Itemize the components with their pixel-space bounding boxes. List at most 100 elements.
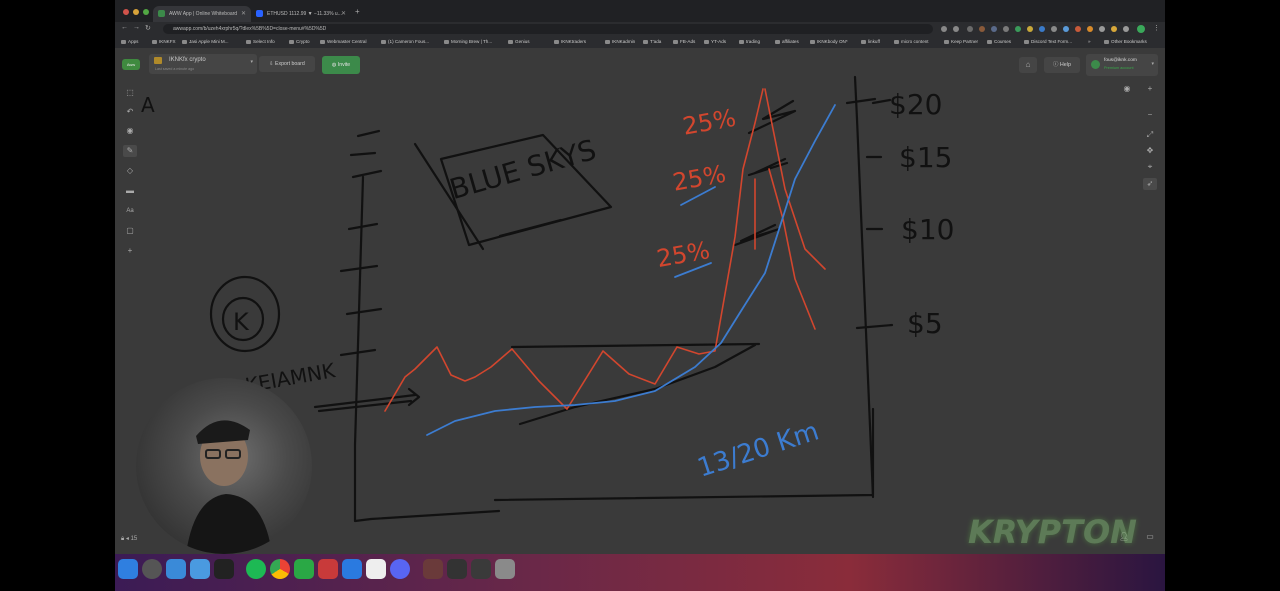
text-tool-icon[interactable]: Aa: [123, 205, 137, 217]
bookmark-item[interactable]: T'ada: [643, 38, 661, 46]
extension-icon[interactable]: [979, 26, 985, 32]
minimize-window-icon[interactable]: [133, 9, 139, 15]
visibility-eye-icon[interactable]: ◉: [1120, 83, 1134, 95]
other-bookmarks[interactable]: Other Bookmarks: [1104, 38, 1147, 46]
extension-icon[interactable]: [1075, 26, 1081, 32]
bookmark-item[interactable]: Apps: [121, 38, 138, 46]
app-top-bar: Aww IKNKfx crypto Last saved a minute ag…: [115, 49, 1165, 81]
select-tool-icon[interactable]: ⬚: [123, 87, 137, 99]
bookmark-item[interactable]: micro content: [894, 38, 929, 46]
camtasia-icon[interactable]: [294, 559, 314, 579]
extension-icon[interactable]: [1003, 26, 1009, 32]
prev-page-icon[interactable]: ◂: [126, 536, 129, 542]
bookmark-item[interactable]: (1) Cameron Fous...: [381, 38, 429, 46]
bookmark-item[interactable]: Discord Text Form...: [1024, 38, 1072, 46]
extension-icon[interactable]: [991, 26, 997, 32]
photos-icon[interactable]: [366, 559, 386, 579]
invite-button[interactable]: ◍ Invite: [322, 56, 360, 74]
pen-tool-icon[interactable]: ✎: [123, 145, 137, 157]
center-icon[interactable]: ⌖: [1143, 161, 1157, 173]
notes-icon[interactable]: [471, 559, 491, 579]
trash-icon[interactable]: [495, 559, 515, 579]
home-button[interactable]: ⌂: [1019, 57, 1037, 73]
mail-icon[interactable]: [190, 559, 210, 579]
bookmark-item[interactable]: affiliates: [775, 38, 799, 46]
eraser-tool-icon[interactable]: ◇: [123, 165, 137, 177]
bookmark-item[interactable]: Keep Partner: [944, 38, 978, 46]
spotify-icon[interactable]: [246, 559, 266, 579]
export-board-button[interactable]: ⇩ Export board: [259, 56, 315, 72]
video-icon[interactable]: [447, 559, 467, 579]
forward-icon[interactable]: →: [133, 24, 140, 31]
move-icon[interactable]: ✥: [1143, 145, 1157, 157]
price-level-label: $15: [899, 141, 952, 174]
chrome-icon[interactable]: [270, 559, 290, 579]
add-more-icon[interactable]: +: [123, 245, 137, 257]
puzzle-icon[interactable]: [1123, 26, 1129, 32]
fit-screen-icon[interactable]: ⤢: [1143, 129, 1157, 141]
account-menu[interactable]: fous@iknk.com Premium account ▾: [1086, 54, 1158, 76]
bookmarks-overflow[interactable]: »: [1088, 38, 1091, 46]
extension-icon[interactable]: [967, 26, 973, 32]
terminal-icon[interactable]: [214, 559, 234, 579]
finder-icon[interactable]: [118, 559, 138, 579]
chat-icon[interactable]: ▭: [1143, 531, 1157, 543]
bookmark-item[interactable]: FB-Ads: [673, 38, 695, 46]
laser-pointer-icon[interactable]: ➶: [1143, 178, 1157, 190]
extension-icon[interactable]: [1051, 26, 1057, 32]
close-tab-icon[interactable]: ✕: [341, 6, 346, 22]
shape-tool-icon[interactable]: ▬: [123, 185, 137, 197]
close-tab-icon[interactable]: ✕: [241, 6, 246, 22]
extension-icon[interactable]: [1111, 26, 1117, 32]
sticky-note-icon[interactable]: ▢: [123, 225, 137, 237]
bookmark-item[interactable]: Select Info: [246, 38, 275, 46]
discord-icon[interactable]: [390, 559, 410, 579]
bookmark-item[interactable]: trading: [739, 38, 760, 46]
export-label: Export board: [275, 61, 305, 67]
gallery-icon[interactable]: [423, 559, 443, 579]
logo-text: Aww: [126, 62, 136, 67]
launchpad-icon[interactable]: [142, 559, 162, 579]
bookmark-item[interactable]: Jasi Apple Mini M...: [182, 38, 229, 46]
tab-aww-app[interactable]: AWW App | Online Whiteboard ✕: [153, 6, 251, 22]
parallels-icon[interactable]: [318, 559, 338, 579]
profile-avatar-icon[interactable]: [1137, 25, 1145, 33]
bookmark-item[interactable]: Crypto: [289, 38, 310, 46]
bookmark-item[interactable]: IKNKFX: [152, 38, 176, 46]
menu-dots-icon[interactable]: ⋮: [1153, 24, 1160, 32]
color-palette-icon[interactable]: ◉: [123, 125, 137, 137]
back-icon[interactable]: ←: [121, 24, 128, 31]
extension-icon[interactable]: [1039, 26, 1045, 32]
extension-icon[interactable]: [1015, 26, 1021, 32]
lock-icon[interactable]: 🔒︎: [121, 536, 124, 542]
bookmark-item[interactable]: YT-Ads: [704, 38, 726, 46]
safari-icon[interactable]: [166, 559, 186, 579]
windows-folder-icon[interactable]: [342, 559, 362, 579]
aww-logo[interactable]: Aww: [122, 59, 140, 70]
address-bar[interactable]: awwapp.com/b/uzeh4xrphr5q/?dlex%5B%5D=cl…: [163, 24, 933, 34]
close-window-icon[interactable]: [123, 9, 129, 15]
extension-icon[interactable]: [1063, 26, 1069, 32]
new-tab-icon[interactable]: +: [355, 7, 360, 16]
key-icon[interactable]: [941, 26, 947, 32]
board-selector[interactable]: IKNKfx crypto Last saved a minute ago ▾: [149, 54, 257, 74]
undo-icon[interactable]: ↶: [123, 106, 137, 118]
maximize-window-icon[interactable]: [143, 9, 149, 15]
zoom-in-icon[interactable]: +: [1143, 83, 1157, 95]
bookmark-item[interactable]: IKNKtraders: [554, 38, 586, 46]
bookmark-item[interactable]: IKNKadmin: [605, 38, 635, 46]
bookmark-item[interactable]: IKNKbody ON*: [810, 38, 848, 46]
bookmark-item[interactable]: linkuff: [861, 38, 880, 46]
tab-ethusd[interactable]: ETHUSD 1112.99 ▼ −11.33% u... ✕: [251, 6, 351, 22]
star-icon[interactable]: [953, 26, 959, 32]
bookmark-item[interactable]: Morning Brew | Th...: [444, 38, 492, 46]
zoom-out-icon[interactable]: −: [1143, 109, 1157, 121]
bookmark-item[interactable]: Genius: [508, 38, 530, 46]
extension-icon[interactable]: [1099, 26, 1105, 32]
bookmark-item[interactable]: Webmaster Central: [320, 38, 367, 46]
bookmark-item[interactable]: Courses: [987, 38, 1011, 46]
extension-icon[interactable]: [1087, 26, 1093, 32]
reload-icon[interactable]: ↻: [145, 24, 151, 32]
extension-icon[interactable]: [1027, 26, 1033, 32]
help-button[interactable]: ⓘ Help: [1044, 57, 1080, 73]
